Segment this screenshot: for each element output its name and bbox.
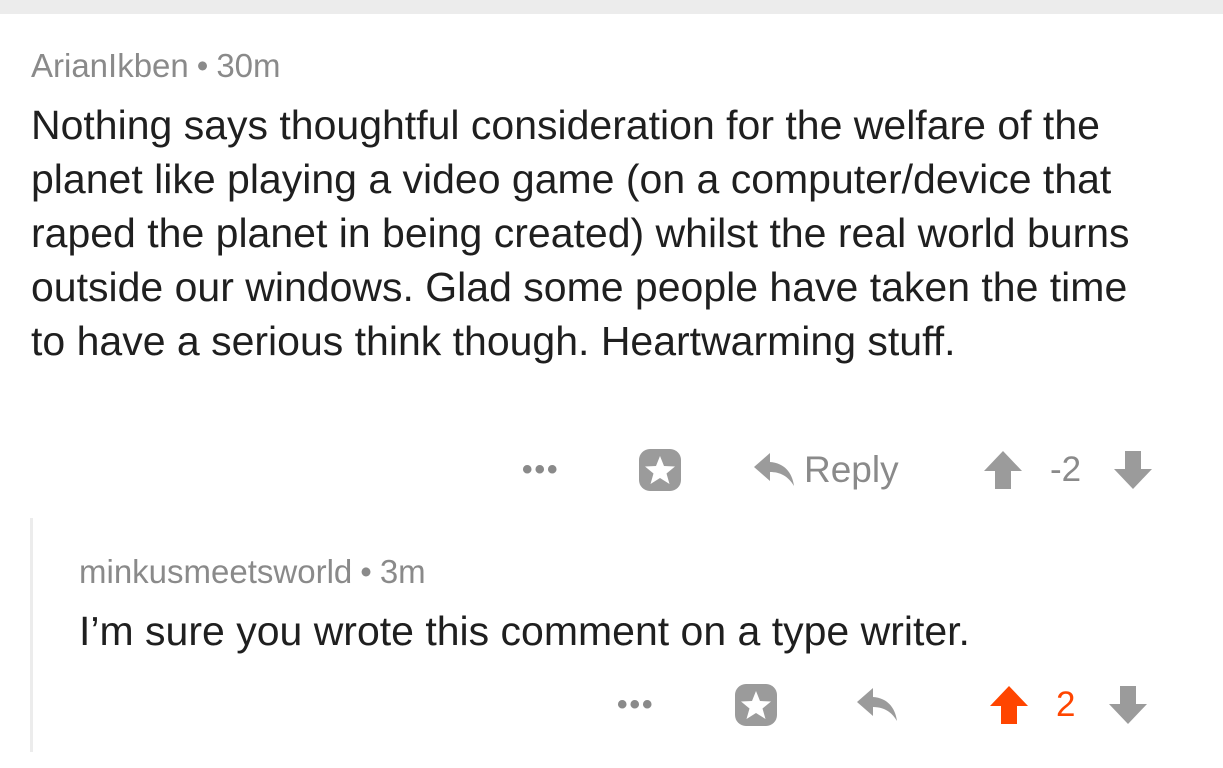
reply-button[interactable] xyxy=(855,675,899,735)
comment-actions: ••• Reply -2 xyxy=(0,440,1223,500)
downvote-button[interactable] xyxy=(1112,440,1154,500)
save-button[interactable] xyxy=(733,675,779,735)
reply-label: Reply xyxy=(804,449,899,490)
comment-author[interactable]: minkusmeetsworld xyxy=(79,553,352,590)
top-divider-bar xyxy=(0,0,1223,14)
save-button[interactable] xyxy=(637,440,683,500)
reply-arrow-icon xyxy=(857,688,897,721)
more-button[interactable]: ••• xyxy=(522,440,560,500)
upvote-button[interactable] xyxy=(982,440,1024,500)
reply-comment: minkusmeetsworld • 3m I’m sure you wrote t… xyxy=(79,548,1189,658)
reply-arrow-icon xyxy=(754,453,794,486)
comment: ArianIkben • 30m Nothing says thoughtful c… xyxy=(31,42,1191,368)
upvote-button[interactable] xyxy=(988,675,1030,735)
meta-separator: • xyxy=(360,553,372,590)
save-star-icon xyxy=(639,449,681,491)
downvote-arrow-icon xyxy=(1114,451,1152,489)
vote-score: -2 xyxy=(1050,450,1082,489)
more-icon: ••• xyxy=(617,688,655,721)
upvote-arrow-icon xyxy=(990,686,1028,724)
more-icon: ••• xyxy=(522,453,560,486)
upvote-arrow-icon xyxy=(984,451,1022,489)
comment-author[interactable]: ArianIkben xyxy=(31,47,189,84)
comment-time: 30m xyxy=(216,47,281,84)
comment-body: Nothing says thoughtful consideration fo… xyxy=(31,102,1130,364)
more-button[interactable]: ••• xyxy=(617,675,655,735)
comment-actions: ••• 2 xyxy=(0,675,1223,735)
comment-body: I’m sure you wrote this comment on a typ… xyxy=(79,608,970,654)
comment-meta: minkusmeetsworld • 3m xyxy=(79,548,1189,596)
meta-separator: • xyxy=(196,47,209,84)
comment-time: 3m xyxy=(379,553,426,590)
save-star-icon xyxy=(735,684,777,726)
reply-button[interactable]: Reply xyxy=(752,440,899,500)
downvote-arrow-icon xyxy=(1109,686,1147,724)
vote-score: 2 xyxy=(1056,685,1076,724)
downvote-button[interactable] xyxy=(1107,675,1149,735)
comment-meta: ArianIkben • 30m xyxy=(31,42,1191,90)
